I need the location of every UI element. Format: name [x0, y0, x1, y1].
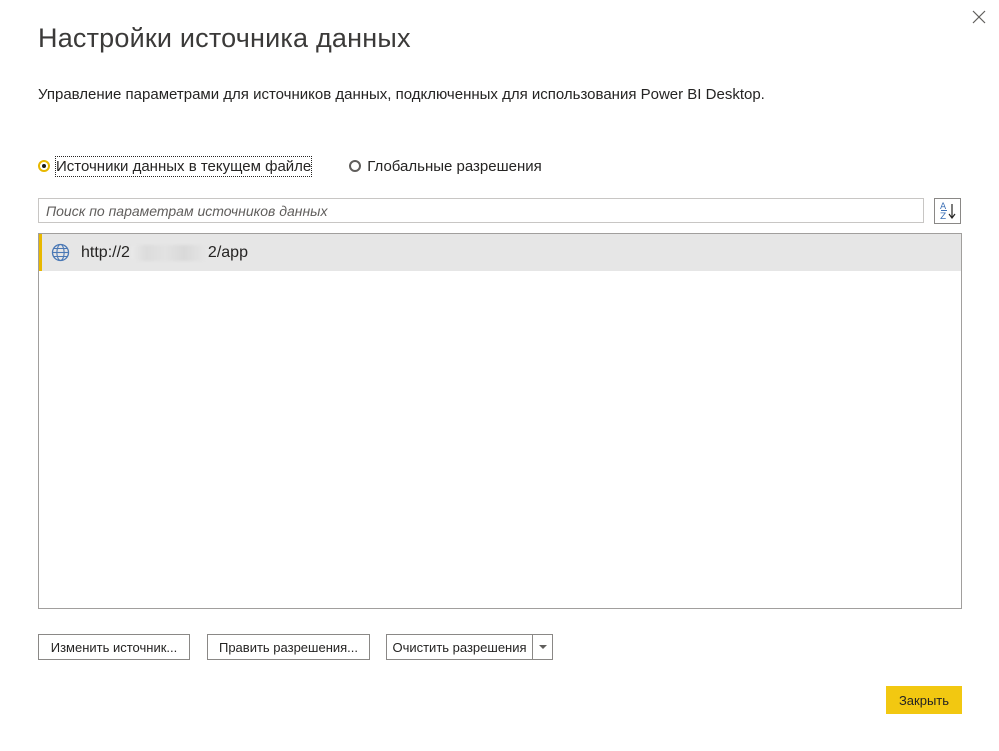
radio-global-permissions-label: Глобальные разрешения [367, 157, 542, 175]
radio-global-permissions[interactable]: Глобальные разрешения [349, 158, 542, 175]
sort-button[interactable]: A Z [934, 198, 961, 224]
clear-permissions-dropdown[interactable] [532, 634, 553, 660]
globe-icon [51, 243, 70, 262]
close-x-icon [966, 4, 992, 30]
data-source-url: http://2 2/app [81, 244, 248, 262]
search-field[interactable] [38, 198, 924, 223]
dialog-title: Настройки источника данных [38, 23, 411, 53]
chevron-down-icon [538, 644, 548, 650]
list-item[interactable]: http://2 2/app [39, 234, 961, 271]
radio-current-file[interactable]: Источники данных в текущем файле [38, 155, 313, 177]
url-start: http://2 [81, 243, 130, 261]
data-source-settings-dialog: Настройки источника данных Управление па… [0, 0, 999, 751]
clear-permissions-button[interactable]: Очистить разрешения [386, 634, 532, 660]
close-button[interactable]: Закрыть [886, 686, 962, 714]
sort-az-icon: A Z [935, 199, 960, 223]
search-input[interactable] [39, 199, 923, 222]
scope-radio-group: Источники данных в текущем файле Глобаль… [38, 154, 542, 178]
change-source-button[interactable]: Изменить источник... [38, 634, 190, 660]
radio-unselected-indicator [349, 160, 362, 172]
close-dialog-button[interactable] [966, 4, 992, 30]
dialog-subtitle: Управление параметрами для источников да… [38, 86, 765, 103]
data-source-list: http://2 2/app [38, 233, 962, 609]
radio-selected-indicator [38, 160, 50, 172]
redacted-address [130, 244, 207, 261]
svg-text:Z: Z [940, 212, 946, 222]
edit-permissions-button[interactable]: Править разрешения... [207, 634, 370, 660]
url-end: 2/app [207, 243, 248, 261]
clear-permissions-split-button: Очистить разрешения [386, 634, 553, 660]
radio-current-file-label: Источники данных в текущем файле [54, 155, 313, 177]
